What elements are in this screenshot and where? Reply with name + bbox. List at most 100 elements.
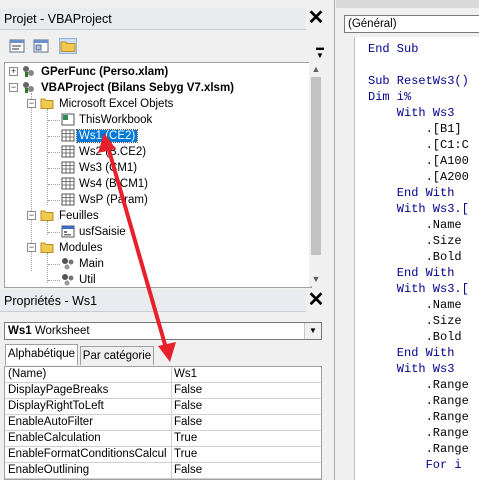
close-properties-button[interactable]: ✕: [306, 290, 326, 311]
tab-par-categorie[interactable]: Par catégorie: [80, 346, 154, 365]
tree-item-util[interactable]: Util: [77, 272, 98, 287]
worksheet-icon: [61, 161, 75, 174]
tree-item-ws2[interactable]: Ws2 (B.CE2): [77, 144, 148, 160]
property-row[interactable]: EnableAutoFilter False: [5, 415, 321, 431]
tree-item-wsp[interactable]: WsP (Param): [77, 192, 150, 208]
tree-item-ws3[interactable]: Ws3 (CM1): [77, 160, 139, 176]
property-value[interactable]: False: [171, 399, 320, 414]
scroll-thumb[interactable]: [311, 77, 321, 255]
toolbar-scroll-arrow[interactable]: ▬ ▼: [316, 44, 324, 60]
code-line[interactable]: .Size: [368, 233, 462, 249]
scroll-up-arrow[interactable]: ▲: [309, 62, 323, 76]
annotation-arrowhead-bottom: [158, 342, 176, 362]
code-line[interactable]: End Sub: [368, 41, 418, 57]
folder-open-icon: [40, 210, 54, 221]
code-editor[interactable]: End Sub Sub ResetWs3() Dim i% With Ws3 .[B…: [336, 37, 479, 480]
code-line[interactable]: .Bold: [368, 329, 462, 345]
property-row[interactable]: EnableCalculation True: [5, 431, 321, 447]
expand-gperfunc-toggle[interactable]: +: [9, 67, 18, 76]
tree-item-main[interactable]: Main: [77, 256, 106, 272]
close-project-explorer-button[interactable]: ✕: [306, 8, 326, 29]
property-row[interactable]: EnableFormatConditionsCalculatio True: [5, 447, 321, 463]
property-value[interactable]: False: [171, 383, 320, 398]
code-line[interactable]: .Name: [368, 217, 462, 233]
code-line[interactable]: End With: [368, 345, 455, 361]
property-name: (Name): [8, 368, 47, 380]
code-object-combo[interactable]: (Général): [344, 15, 479, 33]
code-window-title-strip: [336, 0, 479, 8]
tree-item-gperfunc[interactable]: GPerFunc (Perso.xlam): [39, 64, 170, 80]
collapse-excel-objects-toggle[interactable]: −: [27, 99, 36, 108]
view-object-button[interactable]: [32, 38, 50, 54]
property-name: DisplayRightToLeft: [8, 400, 104, 412]
property-row[interactable]: (Name) Ws1: [5, 367, 321, 383]
code-line[interactable]: .[B1]: [368, 121, 462, 137]
property-row[interactable]: EnableOutlining False: [5, 463, 321, 479]
tab-alphabetique[interactable]: Alphabétique: [5, 344, 78, 365]
tree-item-modules-folder[interactable]: Modules: [57, 240, 104, 256]
code-line[interactable]: With Ws3.[: [368, 201, 469, 217]
view-object-icon: [33, 39, 49, 53]
code-line[interactable]: .Range: [368, 425, 469, 441]
tree-item-usfsaisie[interactable]: usfSaisie: [77, 224, 128, 240]
chevron-down-icon[interactable]: ▼: [304, 323, 321, 339]
code-line[interactable]: .Name: [368, 297, 462, 313]
object-type: Worksheet: [34, 325, 90, 337]
module-icon: [62, 274, 74, 286]
code-line[interactable]: Sub ResetWs3(): [368, 73, 469, 89]
folder-open-icon: [40, 98, 54, 109]
code-line[interactable]: With Ws3: [368, 105, 455, 121]
tree-item-thisworkbook[interactable]: ThisWorkbook: [77, 112, 154, 128]
project-explorer-title: Projet - VBAProject: [4, 12, 112, 26]
code-line[interactable]: For i: [368, 457, 462, 473]
code-line[interactable]: .Size: [368, 313, 462, 329]
code-line[interactable]: .Bold: [368, 249, 462, 265]
properties-object-combo[interactable]: Ws1 Worksheet ▼: [4, 322, 322, 340]
property-value[interactable]: Ws1: [171, 367, 320, 382]
view-code-icon: [9, 39, 25, 53]
code-line[interactable]: .Range: [368, 393, 469, 409]
scroll-down-arrow[interactable]: ▼: [309, 272, 323, 286]
code-line[interactable]: .Range: [368, 441, 469, 457]
worksheet-icon: [61, 193, 75, 206]
collapse-vbaproject-toggle[interactable]: −: [9, 83, 18, 92]
collapse-modules-toggle[interactable]: −: [27, 243, 36, 252]
folder-icon: [60, 41, 76, 52]
code-line[interactable]: Dim i%: [368, 89, 411, 105]
code-object-combo-value: (Général): [348, 18, 397, 30]
tree-item-ws4[interactable]: Ws4 (B.CM1): [77, 176, 150, 192]
workbook-icon: [61, 113, 75, 126]
code-line[interactable]: .Range: [368, 377, 469, 393]
code-line[interactable]: .[A200: [368, 169, 469, 185]
tree-item-excel-objects-folder[interactable]: Microsoft Excel Objets: [57, 96, 175, 112]
property-name: DisplayPageBreaks: [8, 384, 109, 396]
properties-title-bar: Propriétés - Ws1: [0, 290, 306, 312]
project-tree-scrollbar[interactable]: ▲ ▼: [309, 62, 323, 286]
property-row[interactable]: DisplayPageBreaks False: [5, 383, 321, 399]
project-tree: + GPerFunc (Perso.xlam) − VBAProject (Bi…: [4, 62, 312, 288]
property-name: EnableFormatConditionsCalculatio: [8, 448, 166, 460]
property-value[interactable]: True: [171, 431, 320, 446]
property-value[interactable]: False: [171, 415, 320, 430]
code-line[interactable]: .[C1:C: [368, 137, 469, 153]
folder-open-icon: [40, 242, 54, 253]
tree-item-vbaproject[interactable]: VBAProject (Bilans Sebyg V7.xlsm): [39, 80, 236, 96]
property-value[interactable]: False: [171, 463, 320, 478]
code-line[interactable]: With Ws3: [368, 361, 455, 377]
property-name: EnableAutoFilter: [8, 416, 94, 428]
property-row[interactable]: DisplayRightToLeft False: [5, 399, 321, 415]
module-icon: [62, 258, 74, 270]
tree-item-feuilles-folder[interactable]: Feuilles: [57, 208, 101, 224]
code-line[interactable]: End With: [368, 185, 455, 201]
code-line[interactable]: .[A100: [368, 153, 469, 169]
toggle-folders-button[interactable]: [59, 38, 77, 54]
worksheet-icon: [61, 145, 75, 158]
code-line[interactable]: End With: [368, 265, 455, 281]
collapse-feuilles-toggle[interactable]: −: [27, 211, 36, 220]
property-value[interactable]: True: [171, 447, 320, 462]
code-margin[interactable]: [336, 37, 355, 480]
code-line[interactable]: With Ws3.[: [368, 281, 469, 297]
tree-item-ws1[interactable]: Ws1 (CE2): [75, 128, 139, 144]
code-line[interactable]: .Range: [368, 409, 469, 425]
view-code-button[interactable]: [8, 38, 26, 54]
